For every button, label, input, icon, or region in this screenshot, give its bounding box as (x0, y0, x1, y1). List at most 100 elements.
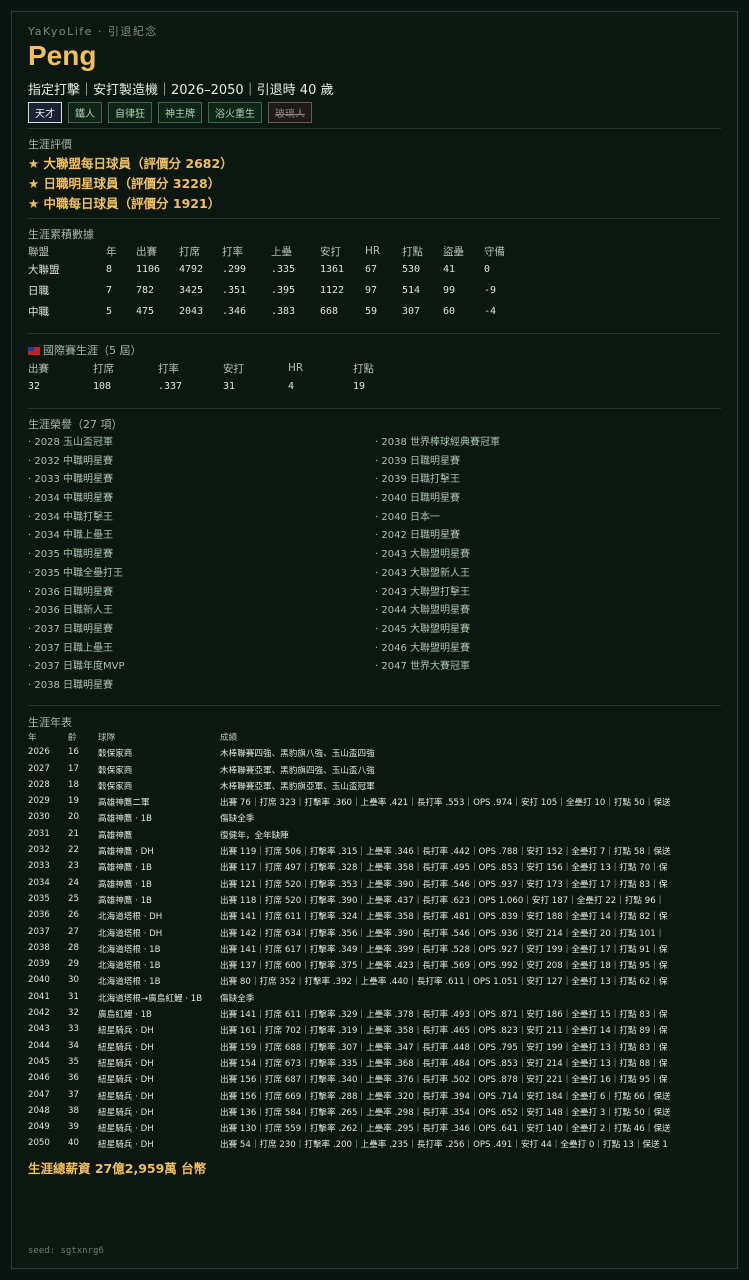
list-item: · 2043 大聯盟明星賽 (375, 549, 470, 561)
cell: .346 (222, 306, 247, 317)
table-row: 2039 29 北海道塔根 · 1B 出賽 137｜打席 600｜打擊率 .375｜上… (28, 959, 716, 975)
table-row: 2045 35 紐星騎兵 · DH 出賽 154｜打席 673｜打擊率 .335｜上壘… (28, 1057, 716, 1073)
list-item: · 2043 大聯盟打擊王 (375, 586, 470, 598)
cell: 19 (353, 380, 366, 392)
cell: 2031 (28, 828, 50, 839)
table-row: 2048 38 紐星騎兵 · DH 出賽 136｜打席 584｜打擊率 .265｜上壘… (28, 1106, 716, 1122)
cell: 514 (402, 285, 421, 296)
cell: 34 (68, 1040, 79, 1051)
cell: 37 (68, 1089, 79, 1100)
cell: 5 (106, 306, 113, 317)
column-header: HR (365, 245, 381, 257)
cell: 67 (365, 264, 378, 275)
trait-tag: 神主牌 (158, 102, 202, 123)
list-item: · 2038 日職明星賽 (28, 679, 113, 691)
cell: 24 (68, 877, 79, 888)
list-item: · 2046 大聯盟明星賽 (375, 642, 470, 654)
cell: 530 (402, 264, 421, 275)
cell: 出賽 154｜打席 673｜打擊率 .335｜上壘率 .368｜長打率 .484… (220, 1058, 668, 1069)
cell: 3425 (179, 285, 204, 296)
cell: 41 (443, 264, 456, 275)
cell: 紐星騎兵 · DH (98, 1140, 154, 1151)
trait-tag: 鐵人 (68, 102, 102, 123)
cell: 2046 (28, 1073, 50, 1084)
table-row: 2029 19 高雄神鷹二軍 出賽 76｜打席 323｜打擊率 .360｜上壘率 .4… (28, 796, 716, 812)
cell: 2049 (28, 1122, 50, 1133)
cell: 1361 (320, 264, 345, 275)
table-row: 2040 30 北海道塔根 · 1B 出賽 80｜打席 352｜打擊率 .392｜上壘… (28, 975, 716, 991)
cell: 北海道塔根 · 1B (98, 944, 161, 955)
list-item: · 2040 日本一 (375, 511, 440, 523)
taiwan-flag-icon (28, 347, 40, 355)
list-item: · 2028 玉山盃冠軍 (28, 437, 113, 448)
list-item: · 2039 日職打擊王 (375, 474, 460, 486)
player-subtitle: 指定打擊｜安打製造機｜2026–2050｜引退時 40 歲 (28, 83, 334, 98)
cell: 出賽 156｜打席 669｜打擊率 .288｜上壘率 .320｜長打率 .394… (220, 1091, 671, 1102)
international-stats-table: 出賽 打席 打率 安打 HR 打點 32 108 .337 31 4 19 (28, 360, 418, 396)
column-header: 守備 (484, 245, 505, 258)
table-row: 2034 24 高雄神鷹 · 1B 出賽 121｜打席 520｜打擊率 .353｜上壘… (28, 878, 716, 894)
award-line: ★ 日職明星球員（評價分 3228） (28, 176, 221, 191)
list-item: · 2039 日職明星賽 (375, 455, 460, 467)
column-header: 球隊 (98, 733, 116, 743)
cell: 108 (93, 380, 112, 392)
list-item: · 2033 中職明星賽 (28, 474, 113, 486)
cell: 高雄神鷹 · 1B (98, 879, 152, 890)
cell: 北海道塔根 · 1B (98, 961, 161, 972)
cell: 2032 (28, 845, 50, 856)
cell: 高雄神鷹 · 1B (98, 895, 152, 906)
trait-tag: 天才 (28, 102, 62, 123)
table-row: 2037 27 北海道塔根 · DH 出賽 142｜打席 634｜打擊率 .356｜上… (28, 927, 716, 943)
cell: 廣島紅鯉 · 1B (98, 1010, 152, 1021)
career-stats-table: 聯盟 年 出賽 打席 打率 上壘 安打 HR 打點 盜壘 守備 大聯盟 8 11… (28, 243, 524, 322)
column-header: 打率 (158, 362, 179, 375)
cell: 2038 (28, 942, 50, 953)
cell: 4 (288, 380, 295, 392)
cell: 北海道塔根 · DH (98, 928, 163, 939)
table-row: 2030 20 高雄神鷹 · 1B 傷缺全季 (28, 812, 716, 828)
cell: 38 (68, 1105, 79, 1116)
table-row: 日職 7 782 3425 .351 .395 1122 97 514 99 -… (28, 280, 524, 301)
cell: 60 (443, 306, 456, 317)
cell: 2039 (28, 959, 50, 970)
list-item: · 2034 中職明星賽 (28, 493, 113, 505)
cell: 2028 (28, 779, 50, 790)
table-row: 2035 25 高雄神鷹 · 1B 出賽 118｜打席 520｜打擊率 .390｜上壘… (28, 894, 716, 910)
cell: 2043 (179, 306, 204, 317)
column-header: 上壘 (271, 245, 292, 258)
cell: 29 (68, 959, 79, 970)
table-row: 2049 39 紐星騎兵 · DH 出賽 130｜打席 559｜打擊率 .262｜上壘… (28, 1122, 716, 1138)
cell: 紐星騎兵 · DH (98, 1058, 154, 1069)
column-header: 聯盟 (28, 245, 49, 258)
cell: 北海道塔根→廣島紅鯉 · 1B (98, 993, 203, 1004)
cell: 36 (68, 1073, 79, 1084)
list-item: · 2044 大聯盟明星賽 (375, 605, 470, 617)
list-item: · 2047 世界大賽冠軍 (375, 661, 470, 673)
cell: 307 (402, 306, 421, 317)
cell: 木棒聯賽亞軍、黑豹旗四強、玉山盃八強 (220, 765, 375, 776)
cell: 2047 (28, 1089, 50, 1100)
column-header: 成績 (220, 733, 238, 743)
cell: 紐星騎兵 · DH (98, 1075, 154, 1086)
cell: 中職 (28, 306, 49, 318)
cell: 出賽 76｜打席 323｜打擊率 .360｜上壘率 .421｜長打率 .553｜… (220, 798, 671, 809)
cell: 出賽 142｜打席 634｜打擊率 .356｜上壘率 .390｜長打率 .546… (220, 928, 665, 939)
cell: -9 (484, 285, 497, 296)
cell: 出賽 136｜打席 584｜打擊率 .265｜上壘率 .298｜長打率 .354… (220, 1107, 671, 1118)
cell: 26 (68, 910, 79, 921)
cell: 40 (68, 1138, 79, 1149)
cell: .383 (271, 306, 296, 317)
column-header: 盜壘 (443, 245, 464, 258)
table-row: 32 108 .337 31 4 19 (28, 376, 418, 396)
award-line: ★ 大聯盟每日球員（評價分 2682） (28, 156, 233, 171)
cell: 2048 (28, 1105, 50, 1116)
cell: 高雄神鷹 (98, 830, 133, 841)
cell: .351 (222, 285, 247, 296)
cell: 傷缺全季 (220, 814, 255, 825)
cell: 出賽 121｜打席 520｜打擊率 .353｜上壘率 .390｜長打率 .546… (220, 879, 668, 890)
cell: 出賽 141｜打席 611｜打擊率 .329｜上壘率 .378｜長打率 .493… (220, 1010, 668, 1021)
cell: 8 (106, 264, 113, 275)
cell: 1106 (136, 264, 161, 275)
cell: 59 (365, 306, 378, 317)
cell: 2029 (28, 796, 50, 807)
